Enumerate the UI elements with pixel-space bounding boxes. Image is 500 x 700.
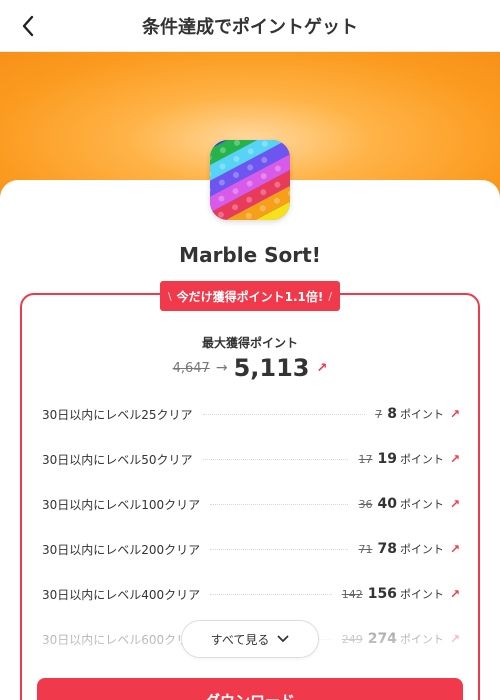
old-total-points: 4,647 — [172, 360, 210, 376]
see-all-button[interactable]: すべて見る — [181, 620, 319, 658]
task-new-points: 8 — [387, 406, 397, 422]
promo-text: 今だけ獲得ポイント1.1倍! — [176, 289, 324, 304]
task-row: 30日以内にレベル50クリア 17 19 ポイント ↗ — [42, 449, 460, 469]
task-new-points: 78 — [377, 541, 397, 557]
dotted-leader — [210, 548, 349, 550]
task-new-points: 19 — [377, 451, 397, 467]
task-points-unit: ポイント — [399, 633, 444, 646]
arrow-up-right-icon: ↗ — [449, 587, 460, 601]
task-new-points: 156 — [367, 586, 397, 602]
header: 条件達成でポイントゲット — [0, 0, 500, 52]
new-total-points: 5,113 — [233, 354, 310, 382]
task-old-points: 7 — [375, 407, 383, 421]
max-points-row: 4,647 → 5,113 ↗ — [0, 354, 500, 382]
task-label: 30日以内にレベル25クリア — [42, 407, 193, 422]
max-points-label: 最大獲得ポイント — [201, 336, 298, 350]
task-old-points: 36 — [358, 497, 373, 511]
promo-badge: \ 今だけ獲得ポイント1.1倍! / — [160, 281, 340, 311]
arrow-up-right-icon: ↗ — [449, 542, 460, 556]
arrow-up-right-icon: ↗ — [449, 452, 460, 466]
task-old-points: 142 — [341, 587, 363, 601]
task-label: 30日以内にレベル100クリア — [42, 497, 201, 512]
arrow-up-right-icon: ↗ — [316, 360, 328, 376]
task-points-unit: ポイント — [399, 453, 444, 466]
task-row: 30日以内にレベル400クリア 142 156 ポイント ↗ — [42, 584, 460, 604]
task-old-points: 249 — [341, 632, 363, 646]
task-old-points: 17 — [358, 452, 373, 466]
task-points-unit: ポイント — [399, 588, 444, 601]
task-label: 30日以内にレベル400クリア — [42, 587, 201, 602]
dotted-leader — [210, 503, 349, 505]
promo-right-mark: / — [328, 289, 333, 303]
see-all-label: すべて見る — [210, 632, 270, 647]
task-row: 30日以内にレベル200クリア 71 78 ポイント ↗ — [42, 539, 460, 559]
arrow-up-right-icon: ↗ — [449, 497, 460, 511]
task-new-points: 40 — [377, 496, 397, 512]
dotted-leader — [202, 413, 366, 415]
arrow-right-icon: → — [215, 360, 228, 376]
dotted-leader — [210, 593, 332, 595]
page-title: 条件達成でポイントゲット — [142, 17, 358, 38]
task-label: 30日以内にレベル200クリア — [42, 542, 201, 557]
app-name: Marble Sort! — [179, 243, 321, 267]
arrow-up-right-icon: ↗ — [449, 632, 460, 646]
promo-left-mark: \ — [167, 289, 172, 303]
download-button[interactable]: ダウンロード — [37, 678, 463, 700]
task-points-unit: ポイント — [399, 543, 444, 556]
dotted-leader — [202, 458, 349, 460]
task-points-unit: ポイント — [399, 498, 444, 511]
task-row: 30日以内にレベル100クリア 36 40 ポイント ↗ — [42, 494, 460, 514]
task-row: 30日以内にレベル25クリア 7 8 ポイント ↗ — [42, 404, 460, 424]
chevron-down-icon — [277, 635, 289, 642]
task-points-unit: ポイント — [399, 408, 444, 421]
task-label: 30日以内にレベル600クリア — [42, 632, 201, 647]
task-new-points: 274 — [367, 631, 397, 647]
arrow-up-right-icon: ↗ — [449, 407, 460, 421]
task-old-points: 71 — [358, 542, 373, 556]
task-label: 30日以内にレベル50クリア — [42, 452, 193, 467]
marble-sort-app-icon — [210, 140, 290, 220]
